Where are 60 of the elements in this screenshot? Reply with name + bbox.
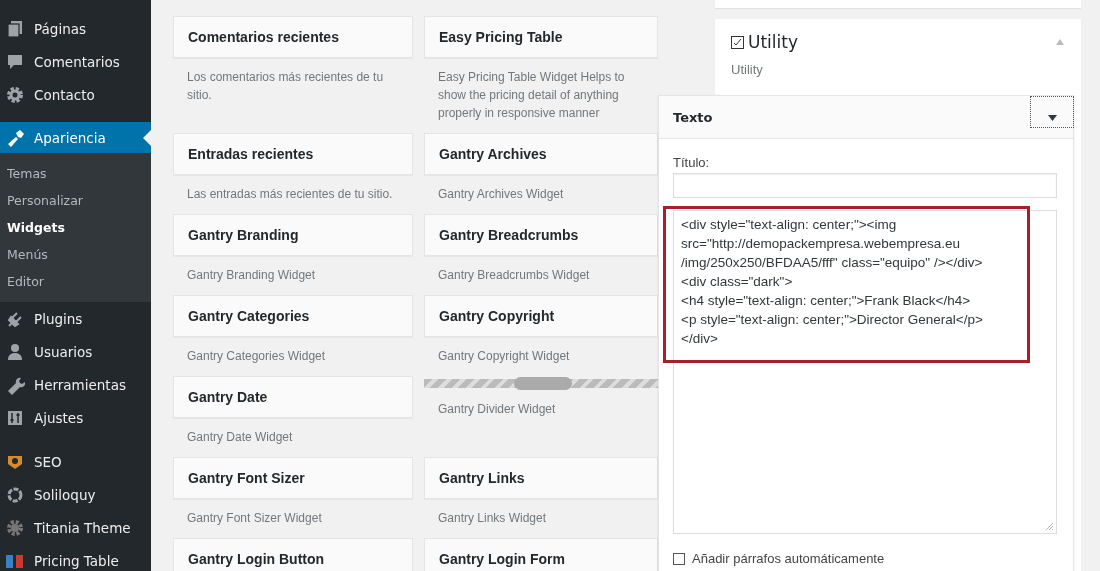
menu-item[interactable]: Titania Theme [0,511,151,544]
checkbox[interactable] [673,552,685,565]
widget-card[interactable]: Gantry Date [173,376,413,418]
widget-description: Los comentarios más recientes de tu sitio. [186,69,385,104]
submenu-item[interactable]: Widgets [0,214,151,241]
widget-card[interactable]: Gantry Copyright [424,295,658,337]
submenu-item[interactable]: Personalizar [0,187,151,214]
submenu-item[interactable]: Menús [0,241,151,268]
widget-title: Texto [672,109,714,125]
resize-grip-icon[interactable] [1045,522,1054,531]
gear-icon [5,517,25,538]
field-label: Título: [673,155,711,170]
collapse-arrow-icon[interactable] [1055,38,1065,46]
menu-item[interactable]: Comentarios [0,45,151,78]
checkbox-icon [731,35,744,49]
title-input-field[interactable] [673,173,1057,198]
menu-item[interactable]: SEO [0,445,151,478]
code-text: <div style="text-align: center;"><img src="http://demopackempresa.webempresa.eu /img/250x250/BFDAA5/fff" class="equipo" /></div> <div class="dark"> <h4 style="text-align: center;">Frank Black</h4> <p style="text-align: center;">Director General</p> </div> [681,216,983,348]
widget-description: Gantry Branding Widget [186,267,317,284]
widget-description: Gantry Breadcrumbs Widget [437,267,591,284]
widget-description: Gantry Font Sizer Widget [186,510,323,527]
widget-description: Gantry Date Widget [186,429,294,446]
widget-card[interactable]: Gantry Links [424,457,658,499]
menu-item[interactable]: Herramientas [0,368,151,401]
widget-card[interactable]: Entradas recientes [173,133,413,175]
sidebar-area-description: Utility [731,62,764,77]
widget-card[interactable]: Gantry Font Sizer [173,457,413,499]
menu-item[interactable]: Plugins [0,302,151,335]
user-icon [5,341,25,362]
divider-widget-bar[interactable] [424,379,658,388]
widget-card[interactable]: Easy Pricing Table [424,16,658,58]
widget-description: Gantry Divider Widget [437,401,557,418]
menu-item[interactable]: Usuarios [0,335,151,368]
menu-item[interactable]: Contacto [0,78,151,111]
menu-item[interactable]: Soliloquy [0,478,151,511]
pages-icon [5,18,25,39]
submenu-item[interactable]: Temas [0,160,151,187]
caret-icon [1047,115,1057,121]
widget-description: Gantry Copyright Widget [437,348,571,365]
widget-description: Gantry Archives Widget [437,186,565,203]
menu-item[interactable]: Pricing Table [0,544,151,571]
widget-card[interactable]: Gantry Login Form [424,538,658,571]
menu-item[interactable]: Ajustes [0,401,151,434]
widget-card[interactable]: Comentarios recientes [173,16,413,58]
widget-card[interactable]: Gantry Archives [424,133,658,175]
widget-description: Gantry Links Widget [437,510,548,527]
widget-description: Easy Pricing Table Widget Helps to show the pricing detail of anything properly in responsive manner [437,69,626,122]
widget-card[interactable]: Gantry Login Button [173,538,413,571]
submenu-item[interactable]: Editor [0,268,151,295]
checkbox-label[interactable]: Añadir párrafos automáticamente [692,551,885,566]
widget-card[interactable]: Gantry Branding [173,214,413,256]
menu-item[interactable]: Páginas [0,12,151,45]
widget-card[interactable]: Gantry Breadcrumbs [424,214,658,256]
sidebar-area-title: Utility [748,32,799,52]
widget-description: Gantry Categories Widget [186,348,327,365]
widget-card[interactable]: Gantry Categories [173,295,413,337]
widget-description: Las entradas más recientes de tu sitio. [186,186,394,203]
gear-icon [5,84,25,105]
toggle-button[interactable] [1030,96,1074,128]
menu-item[interactable]: Apariencia [0,122,151,153]
